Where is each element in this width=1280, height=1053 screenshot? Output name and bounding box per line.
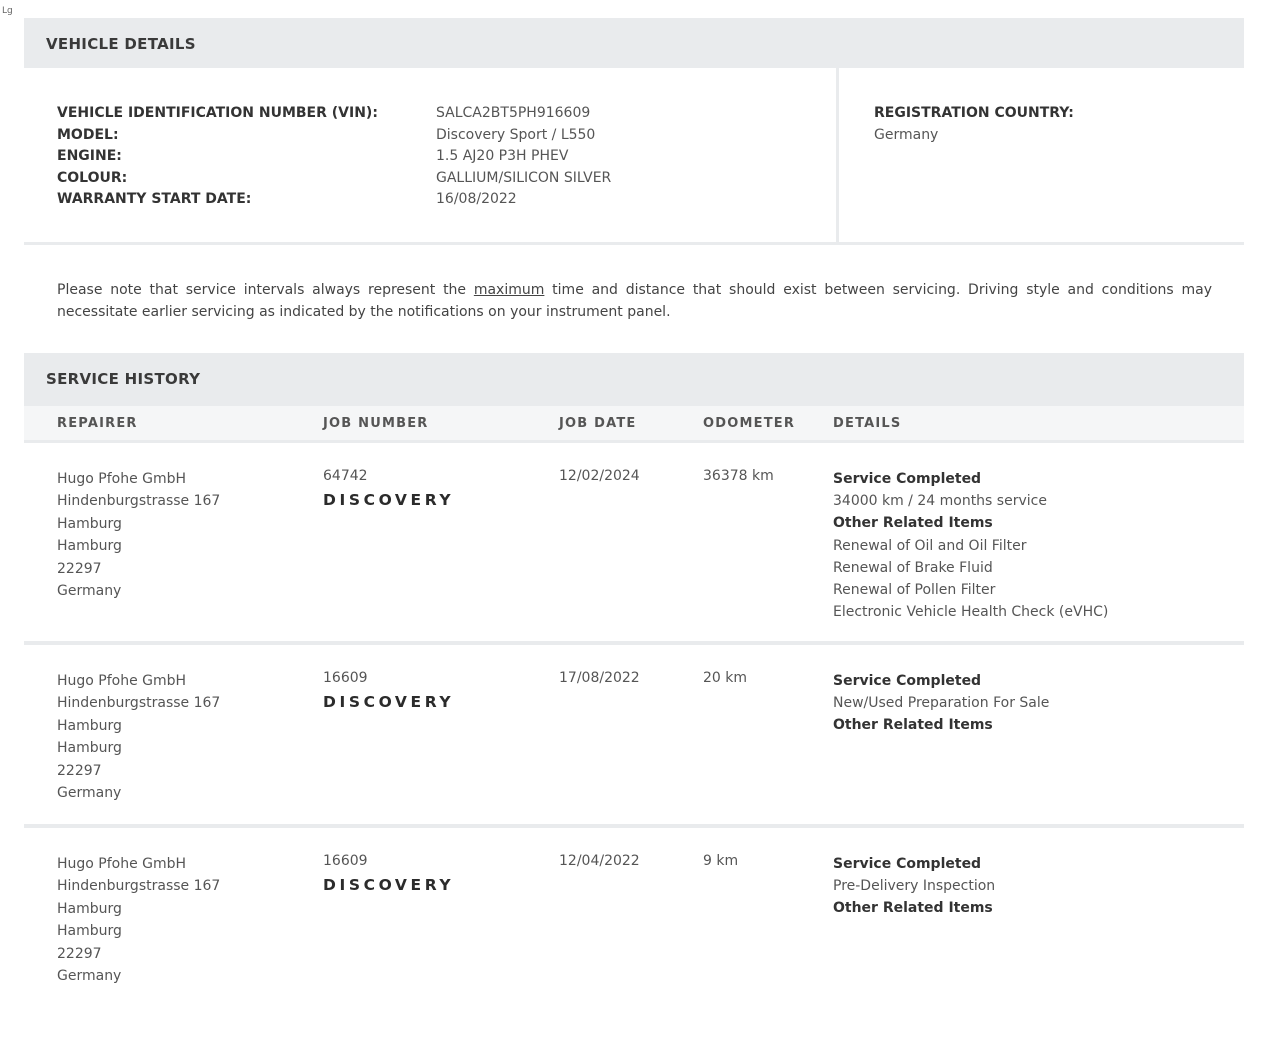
service-history-title: SERVICE HISTORY: [46, 370, 201, 388]
field-engine: ENGINE: 1.5 AJ20 P3H PHEV: [57, 148, 611, 170]
repairer-address: Hugo Pfohe GmbH Hindenburgstrasse 167 Ha…: [57, 670, 220, 804]
repairer-line: Hamburg: [57, 515, 122, 532]
repairer-line: Hindenburgstrasse 167: [57, 695, 221, 712]
service-details: Service Completed 34000 km / 24 months s…: [833, 468, 1108, 623]
field-vin: VEHICLE IDENTIFICATION NUMBER (VIN): SAL…: [57, 105, 611, 127]
job-number: 64742: [323, 468, 368, 484]
vehicle-details-title: VEHICLE DETAILS: [46, 35, 196, 53]
header-odometer: ODOMETER: [703, 416, 796, 431]
details-related-heading: Other Related Items: [833, 515, 993, 532]
registration-country: REGISTRATION COUNTRY: Germany: [874, 105, 1074, 143]
vehicle-details-card: VEHICLE IDENTIFICATION NUMBER (VIN): SAL…: [24, 68, 1244, 242]
vehicle-fields: VEHICLE IDENTIFICATION NUMBER (VIN): SAL…: [57, 105, 611, 213]
job-date: 12/02/2024: [559, 468, 640, 484]
job-number: 16609: [323, 853, 368, 869]
odometer: 36378 km: [703, 468, 774, 484]
job-date: 12/04/2022: [559, 853, 640, 869]
registration-country-label: REGISTRATION COUNTRY:: [874, 105, 1074, 121]
registration-country-value: Germany: [874, 126, 939, 143]
table-row: Hugo Pfohe GmbH Hindenburgstrasse 167 Ha…: [24, 645, 1244, 824]
note-text-before: Please note that service intervals alway…: [57, 282, 474, 298]
repairer-line: Hindenburgstrasse 167: [57, 878, 221, 895]
odometer: 20 km: [703, 670, 748, 686]
table-row: Hugo Pfohe GmbH Hindenburgstrasse 167 Ha…: [24, 828, 1244, 998]
field-warranty-start: WARRANTY START DATE: 16/08/2022: [57, 191, 611, 213]
brand-logo: DISCOVERY: [323, 876, 455, 894]
repairer-line: 22297: [57, 560, 102, 577]
field-value: 1.5 AJ20 P3H PHEV: [436, 148, 569, 164]
repairer-line: Hamburg: [57, 900, 122, 917]
details-divider: [836, 68, 839, 242]
field-colour: COLOUR: GALLIUM/SILICON SILVER: [57, 170, 611, 192]
repairer-line: Hindenburgstrasse 167: [57, 493, 221, 510]
details-heading: Service Completed: [833, 856, 982, 872]
header-details: DETAILS: [833, 416, 902, 431]
details-related-heading: Other Related Items: [833, 900, 993, 917]
repairer-line: Hugo Pfohe GmbH: [57, 673, 187, 689]
header-job-number: JOB NUMBER: [323, 416, 429, 431]
job-number: 16609: [323, 670, 368, 686]
header-repairer: REPAIRER: [57, 416, 138, 431]
details-related-item: Renewal of Brake Fluid: [833, 559, 993, 576]
service-details: Service Completed Pre-Delivery Inspectio…: [833, 853, 995, 920]
repairer-line: Hamburg: [57, 717, 122, 734]
details-related-item: Renewal of Oil and Oil Filter: [833, 537, 1027, 554]
field-label: ENGINE:: [57, 148, 122, 164]
repairer-line: Germany: [57, 968, 122, 985]
field-value: 16/08/2022: [436, 191, 517, 207]
odometer: 9 km: [703, 853, 739, 869]
service-history-header: REPAIRER JOB NUMBER JOB DATE ODOMETER DE…: [24, 406, 1244, 440]
details-service: New/Used Preparation For Sale: [833, 695, 1050, 712]
corner-mark: Lg: [2, 6, 13, 16]
service-report-page: VEHICLE DETAILS VEHICLE IDENTIFICATION N…: [24, 18, 1244, 998]
details-related-item: Electronic Vehicle Health Check (eVHC): [833, 604, 1109, 621]
service-details: Service Completed New/Used Preparation F…: [833, 670, 1049, 737]
field-value: Discovery Sport / L550: [436, 126, 596, 143]
field-label: MODEL:: [57, 126, 119, 143]
details-service: Pre-Delivery Inspection: [833, 878, 996, 895]
details-related-heading: Other Related Items: [833, 717, 993, 734]
repairer-line: Germany: [57, 785, 122, 802]
job-date: 17/08/2022: [559, 670, 640, 686]
repairer-line: 22297: [57, 945, 102, 962]
repairer-line: Hamburg: [57, 740, 122, 757]
details-heading: Service Completed: [833, 673, 982, 689]
field-value: GALLIUM/SILICON SILVER: [436, 169, 612, 186]
repairer-line: Hugo Pfohe GmbH: [57, 856, 187, 872]
repairer-line: Germany: [57, 583, 122, 600]
repairer-line: 22297: [57, 762, 102, 779]
field-label: VEHICLE IDENTIFICATION NUMBER (VIN):: [57, 105, 378, 121]
job-number-cell: 16609 DISCOVERY: [323, 853, 454, 894]
repairer-address: Hugo Pfohe GmbH Hindenburgstrasse 167 Ha…: [57, 853, 220, 987]
job-number-cell: 64742 DISCOVERY: [323, 468, 454, 509]
service-interval-note: Please note that service intervals alway…: [24, 245, 1244, 353]
details-service: 34000 km / 24 months service: [833, 493, 1047, 510]
repairer-line: Hamburg: [57, 923, 122, 940]
field-label: COLOUR:: [57, 169, 128, 186]
field-value: SALCA2BT5PH916609: [436, 105, 591, 121]
brand-logo: DISCOVERY: [323, 693, 455, 711]
note-text: Please note that service intervals alway…: [57, 279, 1212, 323]
field-model: MODEL: Discovery Sport / L550: [57, 127, 611, 149]
table-row: Hugo Pfohe GmbH Hindenburgstrasse 167 Ha…: [24, 443, 1244, 641]
details-related-item: Renewal of Pollen Filter: [833, 582, 996, 599]
note-emphasis: maximum: [473, 282, 545, 298]
details-heading: Service Completed: [833, 471, 982, 487]
job-number-cell: 16609 DISCOVERY: [323, 670, 454, 711]
repairer-address: Hugo Pfohe GmbH Hindenburgstrasse 167 Ha…: [57, 468, 220, 602]
repairer-line: Hamburg: [57, 538, 122, 555]
field-label: WARRANTY START DATE:: [57, 191, 252, 207]
repairer-line: Hugo Pfohe GmbH: [57, 471, 187, 487]
header-job-date: JOB DATE: [559, 416, 637, 431]
brand-logo: DISCOVERY: [323, 491, 455, 509]
